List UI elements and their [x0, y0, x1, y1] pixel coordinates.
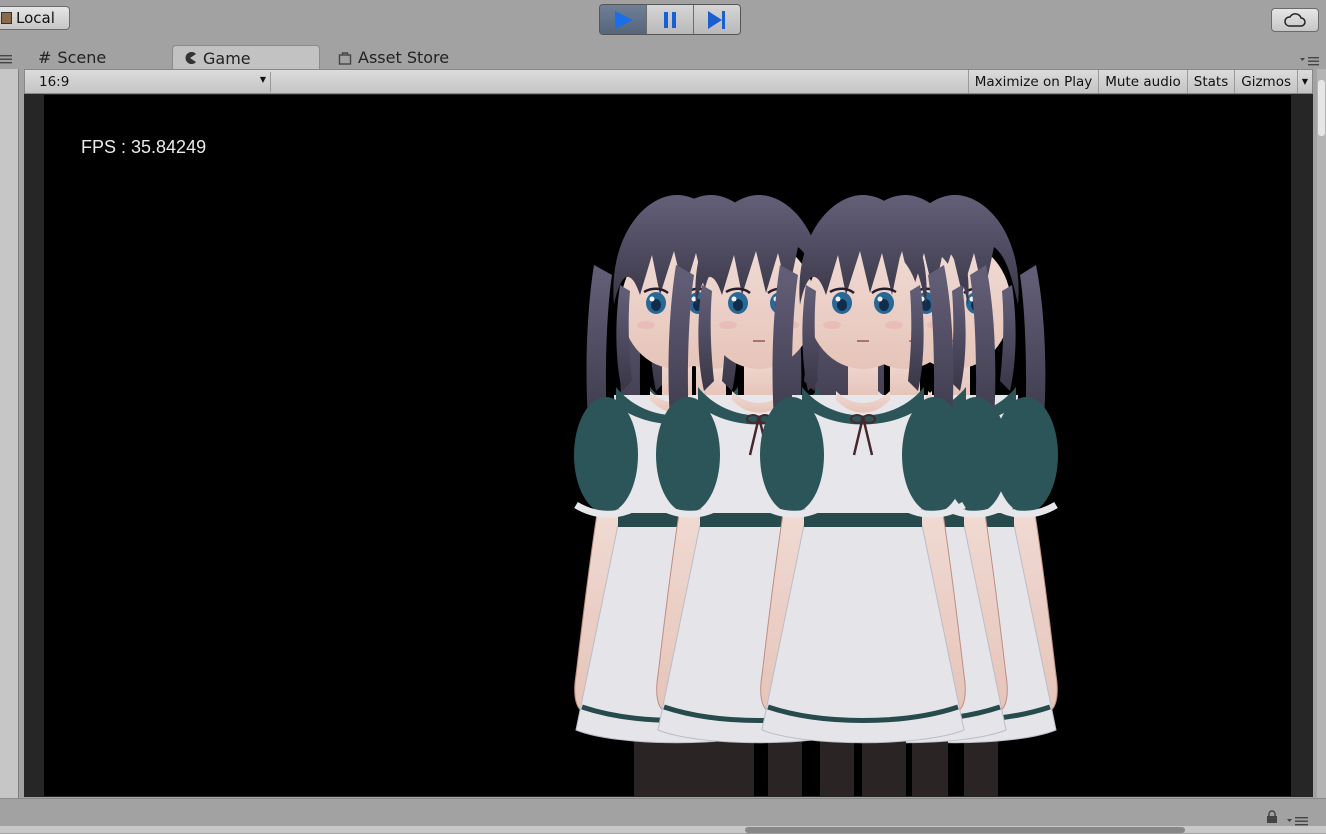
characters-render	[534, 195, 1114, 796]
game-toolbar-options: Maximize on Play Mute audio Stats Gizmos…	[967, 70, 1312, 93]
tab-row: # Scene Game Asset Store	[0, 42, 1326, 70]
step-icon	[708, 10, 725, 29]
gizmos-toggle[interactable]: Gizmos	[1234, 70, 1297, 93]
tab-asset-store-label: Asset Store	[358, 48, 450, 67]
tab-asset-store[interactable]: Asset Store	[328, 45, 508, 70]
grid-icon: #	[38, 48, 52, 67]
cloud-icon	[1284, 13, 1306, 27]
gizmos-dropdown[interactable]: ▼	[1297, 70, 1312, 93]
panel-menu-icon[interactable]	[1300, 56, 1320, 66]
pacman-icon	[185, 52, 196, 64]
local-label: Local	[16, 9, 55, 27]
tab-game-label: Game	[203, 48, 251, 68]
game-view[interactable]: FPS : 35.84249	[44, 95, 1291, 796]
left-menu-icon[interactable]	[0, 54, 12, 64]
pause-icon	[664, 11, 676, 28]
scrollbar-thumb[interactable]	[1318, 80, 1325, 136]
play-icon	[615, 10, 633, 29]
maximize-on-play-toggle[interactable]: Maximize on Play	[967, 70, 1099, 93]
lock-icon[interactable]	[1266, 810, 1278, 823]
top-toolbar: Local	[0, 0, 1326, 42]
fps-counter: FPS : 35.84249	[81, 137, 207, 157]
panel-menu-icon[interactable]	[1287, 816, 1309, 826]
tab-scene-label: Scene	[57, 48, 107, 67]
game-toolbar: 16:9 ▼ Maximize on Play Mute audio Stats…	[24, 69, 1313, 94]
play-button[interactable]	[600, 5, 647, 34]
tab-scene[interactable]: # Scene	[28, 45, 168, 70]
cube-icon	[1, 12, 12, 24]
chevron-down-icon: ▼	[259, 75, 266, 84]
mute-audio-toggle[interactable]: Mute audio	[1098, 70, 1187, 93]
bag-icon	[338, 51, 352, 65]
tab-game[interactable]: Game	[172, 45, 320, 70]
aspect-ratio-value: 16:9	[39, 74, 70, 90]
vertical-scrollbar[interactable]	[1317, 69, 1326, 798]
playback-controls	[599, 4, 741, 35]
step-button[interactable]	[694, 5, 740, 34]
pause-button[interactable]	[647, 5, 694, 34]
horizontal-scrollbar-thumb[interactable]	[745, 827, 1185, 833]
stats-toggle[interactable]: Stats	[1186, 70, 1234, 93]
local-button[interactable]: Local	[0, 6, 70, 30]
left-panel-edge	[0, 69, 19, 798]
chevron-down-icon: ▼	[1301, 77, 1309, 86]
cloud-button[interactable]	[1271, 8, 1319, 32]
aspect-ratio-dropdown[interactable]: 16:9 ▼	[31, 72, 271, 92]
